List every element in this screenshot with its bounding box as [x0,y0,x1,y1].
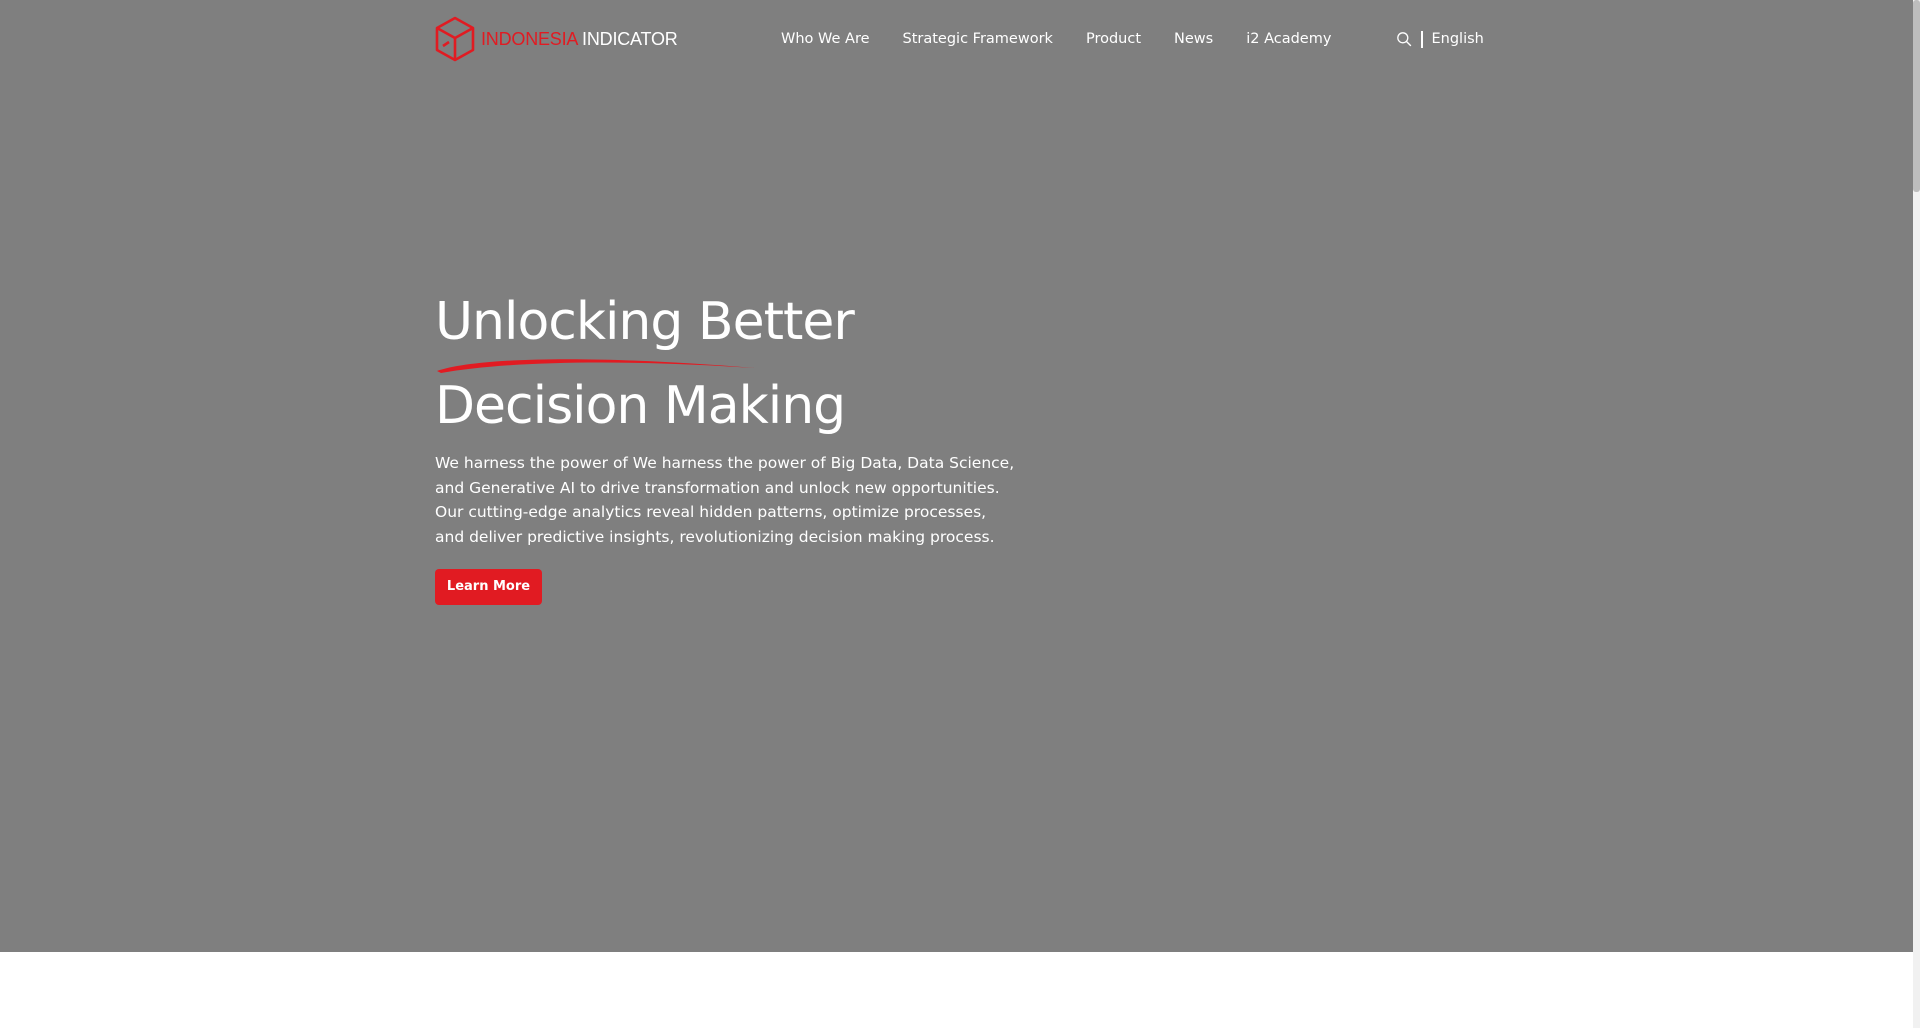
search-icon[interactable] [1396,31,1412,47]
header-divider [1421,30,1423,48]
nav-product[interactable]: Product [1086,28,1141,50]
hero-section: INDONESIA INDICATOR Who We Are Strategic… [0,0,1913,952]
hero-headline-line1: Unlocking Better [435,292,855,352]
logo-word-indicator: INDICATOR [582,28,678,49]
site-logo[interactable]: INDONESIA INDICATOR [435,16,678,62]
logo-word-indonesia: INDONESIA [481,28,578,49]
page: INDONESIA INDICATOR Who We Are Strategic… [0,0,1920,1028]
nav-strategic-framework[interactable]: Strategic Framework [903,28,1053,50]
nav-who-we-are[interactable]: Who We Are [781,28,870,50]
header-utilities: English [1396,28,1484,50]
page-scrollbar[interactable] [1913,0,1920,1028]
cube-logo-icon [435,16,475,62]
hero-description: We harness the power of We harness the p… [435,454,1015,546]
language-selector[interactable]: English [1432,31,1484,47]
nav-news[interactable]: News [1174,28,1213,50]
nav-i2-academy[interactable]: i2 Academy [1246,28,1331,50]
main-nav: Who We Are Strategic Framework Product N… [781,28,1331,50]
learn-more-button[interactable]: Learn More [435,569,542,605]
headline-underline-swoosh [437,359,755,373]
scrollbar-thumb[interactable] [1913,0,1920,192]
logo-wordmark: INDONESIA INDICATOR [481,29,678,50]
hero-headline-line2: Decision Making [435,376,846,436]
